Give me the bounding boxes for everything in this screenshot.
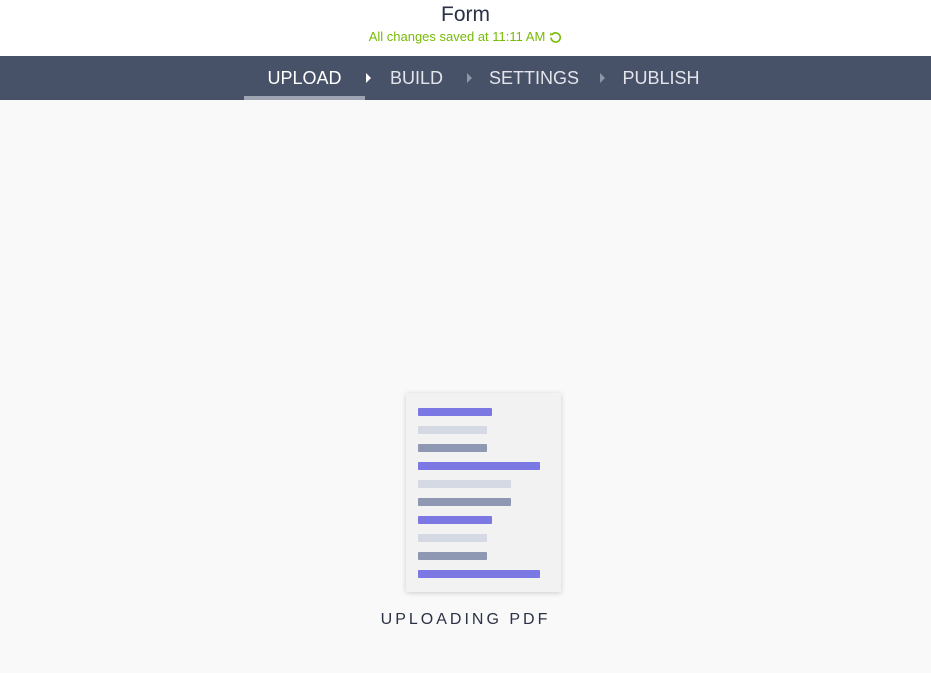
uploading-status-label: UPLOADING PDF	[380, 611, 551, 628]
doc-line	[418, 408, 492, 416]
refresh-icon[interactable]	[549, 31, 562, 44]
doc-line	[418, 552, 487, 560]
doc-line	[418, 462, 540, 470]
save-status-text: All changes saved at 11:11 AM	[368, 29, 546, 44]
doc-line	[418, 498, 511, 506]
doc-line	[418, 534, 487, 542]
tab-upload[interactable]: UPLOAD	[244, 56, 365, 100]
doc-line	[418, 516, 492, 524]
pdf-document-icon	[406, 393, 561, 592]
chevron-right-icon	[467, 73, 472, 83]
doc-line	[418, 426, 487, 434]
form-header: Form All changes saved at 11:11 AM	[0, 0, 931, 56]
wizard-steps-nav: UPLOAD BUILD SETTINGS PUBLISH	[0, 56, 931, 100]
chevron-right-icon	[366, 73, 371, 83]
tab-publish[interactable]: PUBLISH	[621, 56, 701, 100]
tab-settings[interactable]: SETTINGS	[489, 56, 579, 100]
tab-build[interactable]: BUILD	[386, 56, 447, 100]
save-status: All changes saved at 11:11 AM	[0, 29, 931, 45]
form-title: Form	[441, 3, 490, 26]
doc-line	[418, 444, 487, 452]
doc-line	[418, 480, 511, 488]
doc-line	[418, 570, 540, 578]
chevron-right-icon	[600, 73, 605, 83]
